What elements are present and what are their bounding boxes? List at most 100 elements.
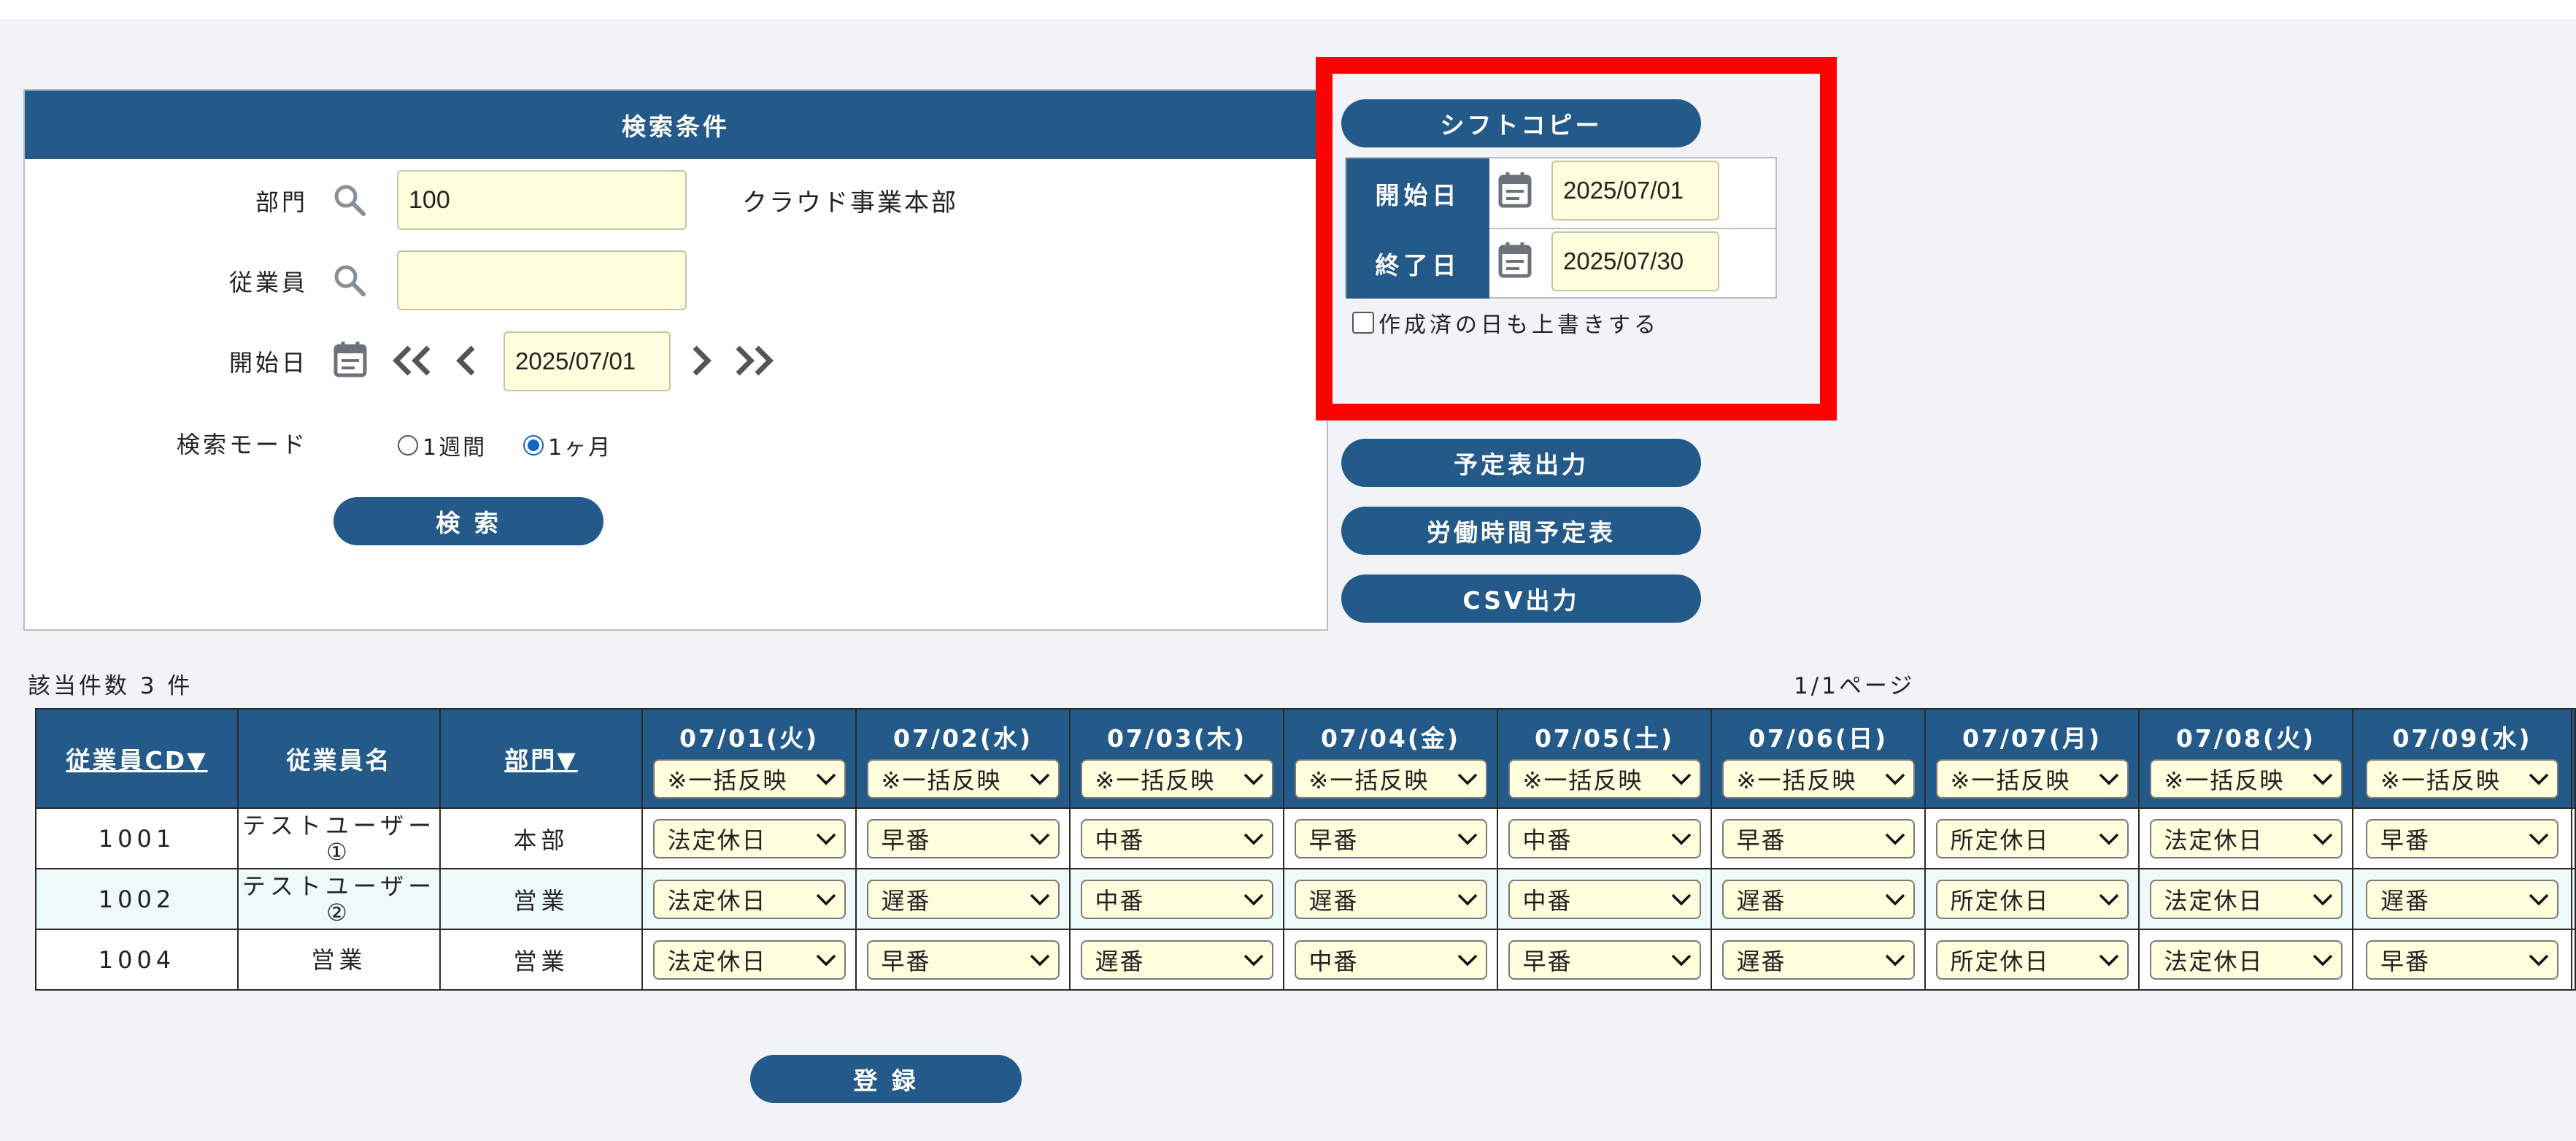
shift-cell: 所定休日 (1924, 929, 2140, 991)
shift-cell: 所定休日 (1924, 868, 2140, 930)
shift-select[interactable]: 遅番 (1721, 879, 1915, 919)
shift-select[interactable]: 早番 (1721, 818, 1915, 858)
header-dept[interactable]: 部門▼ (439, 708, 643, 809)
shift-cell: 中番 (1069, 807, 1284, 869)
shift-select[interactable]: 法定休日 (652, 879, 846, 919)
shift-select[interactable]: 早番 (2366, 818, 2558, 858)
shift-select[interactable]: 中番 (1294, 940, 1487, 980)
shift-select[interactable]: 遅番 (866, 879, 1060, 919)
bulk-apply-select[interactable]: ※一括反映 (652, 759, 846, 799)
shift-value: 早番 (1308, 826, 1359, 854)
chevron-down-icon (2529, 833, 2549, 845)
bulk-apply-select[interactable]: ※一括反映 (1080, 759, 1273, 799)
date-label: 07/07(月) (1962, 724, 2102, 753)
shift-value: 法定休日 (667, 886, 767, 915)
shift-select[interactable]: 遅番 (1294, 879, 1487, 919)
date-label: 07/03(木) (1106, 724, 1247, 753)
shift-select[interactable]: 遅番 (1080, 940, 1273, 980)
bulk-apply-select[interactable]: ※一括反映 (1508, 759, 1701, 799)
csv-output-button[interactable]: CSV出力 (1341, 575, 1701, 623)
chevron-down-icon (2313, 894, 2332, 905)
shift-value: 所定休日 (1950, 826, 2050, 854)
bulk-apply-select[interactable]: ※一括反映 (1721, 759, 1915, 799)
chevron-down-icon (816, 894, 836, 905)
date-label: 07/01(火) (679, 724, 820, 753)
shift-cell: 早番 (1497, 929, 1712, 991)
chevron-down-icon (1885, 894, 1905, 905)
shift-select[interactable]: 遅番 (2366, 879, 2558, 919)
shift-select[interactable]: 遅番 (1721, 940, 1915, 980)
shift-select[interactable]: 早番 (866, 818, 1060, 858)
schedule-output-button[interactable]: 予定表出力 (1341, 439, 1701, 487)
shift-cell: 遅番 (855, 868, 1071, 930)
prev-month-icon[interactable] (390, 343, 434, 378)
work-hours-schedule-button[interactable]: 労働時間予定表 (1341, 507, 1701, 555)
shift-select[interactable]: 法定休日 (652, 940, 846, 980)
employee-search-icon[interactable] (332, 263, 367, 298)
bulk-apply-value: ※一括反映 (1950, 767, 2071, 794)
start-date-input[interactable]: 2025/07/01 (504, 331, 671, 391)
header-date: 07/07(月) ※一括反映 (1924, 708, 2140, 809)
shift-select[interactable]: 中番 (1508, 818, 1701, 858)
bulk-apply-select[interactable]: ※一括反映 (1935, 759, 2129, 799)
shift-select[interactable]: 法定休日 (2149, 879, 2342, 919)
shift-select[interactable]: 中番 (1508, 879, 1701, 919)
shift-select[interactable]: 早番 (1508, 940, 1701, 980)
bulk-apply-select[interactable]: ※一括反映 (1294, 759, 1487, 799)
bulk-apply-select[interactable]: ※一括反映 (2149, 759, 2342, 799)
table-row: 1001 テストユーザー① 本部 法定休日 早番 中番 早番 中番 早番 所定休日 法定休日 早番 (35, 807, 2576, 869)
radio-week[interactable] (398, 435, 418, 456)
date-label: 07/02(水) (892, 724, 1033, 753)
search-button[interactable]: 検 索 (333, 497, 603, 545)
shift-cell: 早番 (1711, 807, 1926, 869)
shift-cell: 遅番 (2352, 868, 2572, 930)
shift-select[interactable]: 早番 (2366, 940, 2558, 980)
mode-option-week[interactable]: 1週間 (398, 429, 487, 461)
dept-cell: 営業 (439, 868, 643, 930)
overflow-cell (2571, 929, 2576, 991)
register-button[interactable]: 登 録 (750, 1055, 1022, 1103)
shift-select[interactable]: 法定休日 (2149, 818, 2342, 858)
calendar-icon[interactable] (333, 340, 368, 378)
shift-value: 所定休日 (1950, 947, 2050, 975)
shift-cell: 早番 (2352, 929, 2572, 991)
shift-select[interactable]: 所定休日 (1935, 879, 2129, 919)
shift-value: 遅番 (1736, 886, 1786, 915)
shift-value: 法定休日 (667, 947, 767, 975)
shift-select[interactable]: 中番 (1080, 879, 1273, 919)
header-emp-cd[interactable]: 従業員CD▼ (35, 708, 239, 809)
table-header-row: 従業員CD▼ 従業員名 部門▼ 07/01(火) ※一括反映 07/02(水) ※一括… (35, 708, 2576, 809)
shift-select[interactable]: 早番 (1294, 818, 1487, 858)
header-date: 07/03(木) ※一括反映 (1069, 708, 1284, 809)
shift-select[interactable]: 法定休日 (652, 818, 846, 858)
chevron-down-icon (1671, 894, 1691, 905)
dept-search-icon[interactable] (332, 183, 367, 218)
table-row: 1004 営業 営業 法定休日 早番 遅番 中番 早番 遅番 所定休日 法定休日 早番 (35, 929, 2576, 991)
date-label: 07/08(火) (2175, 724, 2316, 753)
bulk-apply-value: ※一括反映 (1095, 767, 1216, 794)
shift-cell: 法定休日 (2138, 807, 2353, 869)
header-overflow (2571, 708, 2576, 809)
page-indicator: 1/1ページ (1794, 673, 1916, 699)
radio-month[interactable] (523, 435, 544, 456)
dept-input[interactable]: 100 (397, 170, 687, 230)
bulk-apply-value: ※一括反映 (881, 767, 1002, 794)
bulk-apply-select[interactable]: ※一括反映 (866, 759, 1060, 799)
chevron-down-icon (1671, 773, 1691, 785)
next-day-icon[interactable] (689, 343, 714, 378)
shift-select[interactable]: 早番 (866, 940, 1060, 980)
shift-value: 法定休日 (2164, 826, 2264, 854)
bulk-apply-select[interactable]: ※一括反映 (2366, 759, 2558, 799)
bulk-apply-value: ※一括反映 (2380, 767, 2501, 794)
employee-input[interactable] (397, 250, 687, 310)
shift-select[interactable]: 所定休日 (1935, 818, 2129, 858)
shift-cell: 所定休日 (1924, 807, 2140, 869)
prev-day-icon[interactable] (454, 343, 479, 378)
mode-option-month[interactable]: 1ヶ月 (523, 429, 612, 461)
shift-select[interactable]: 所定休日 (1935, 940, 2129, 980)
shift-select[interactable]: 法定休日 (2149, 940, 2342, 980)
shift-select[interactable]: 中番 (1080, 818, 1273, 858)
chevron-down-icon (816, 833, 836, 845)
next-month-icon[interactable] (732, 343, 776, 378)
chevron-down-icon (2099, 833, 2118, 845)
